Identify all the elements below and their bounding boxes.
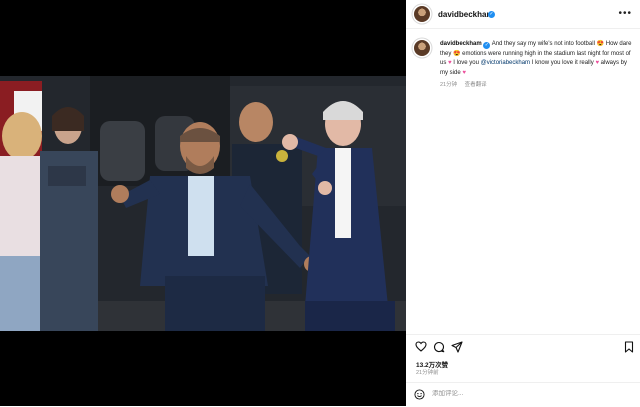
post-caption: davidbeckham ✓ And they say my wife's no… [440, 40, 632, 78]
action-bar [406, 334, 640, 357]
post-date: 21分钟前 [416, 370, 439, 376]
caption-text-5: I know you love it really [531, 60, 594, 66]
verified-badge-icon: ✓ [488, 10, 495, 18]
heart-icon[interactable] [415, 341, 427, 352]
caption-text-1: And they say my wife's not into football [491, 41, 595, 47]
caption-text-4: I love you [453, 60, 479, 66]
stadium-photo-illustration [0, 76, 406, 331]
mention-link[interactable]: @victoriabeckham [481, 60, 530, 66]
heart-eyes-emoji-icon: 😍 [453, 50, 461, 57]
bookmark-icon[interactable] [624, 341, 634, 353]
post-header: davidbeckham ✓ ••• [406, 0, 640, 29]
verified-badge-icon: ✓ [483, 42, 491, 49]
translate-link[interactable]: 查看翻译 [465, 82, 487, 88]
comment-icon[interactable] [433, 341, 445, 353]
caption-avatar[interactable] [414, 40, 430, 56]
share-icon[interactable] [451, 341, 463, 353]
pink-heart-emoji-icon: ♥ [462, 69, 466, 76]
comment-bar [406, 382, 640, 407]
more-icon[interactable]: ••• [618, 8, 632, 19]
post-info-panel: davidbeckham ✓ ••• davidbeckham ✓ And th… [406, 0, 640, 406]
comment-input[interactable] [432, 390, 582, 397]
heart-eyes-emoji-icon: 😍 [596, 41, 605, 47]
time-ago: 21分钟 [440, 82, 458, 88]
post-photo[interactable] [0, 76, 406, 331]
pink-heart-emoji-icon: ♥ [595, 60, 599, 66]
emoji-icon[interactable] [414, 389, 425, 400]
pink-heart-emoji-icon: ♥ [448, 60, 452, 66]
header-username[interactable]: davidbeckham [438, 10, 494, 19]
avatar[interactable] [414, 6, 430, 22]
caption-username[interactable]: davidbeckham [440, 41, 482, 47]
post-media [0, 0, 406, 406]
caption-meta: 21分钟 查看翻译 [440, 80, 493, 88]
